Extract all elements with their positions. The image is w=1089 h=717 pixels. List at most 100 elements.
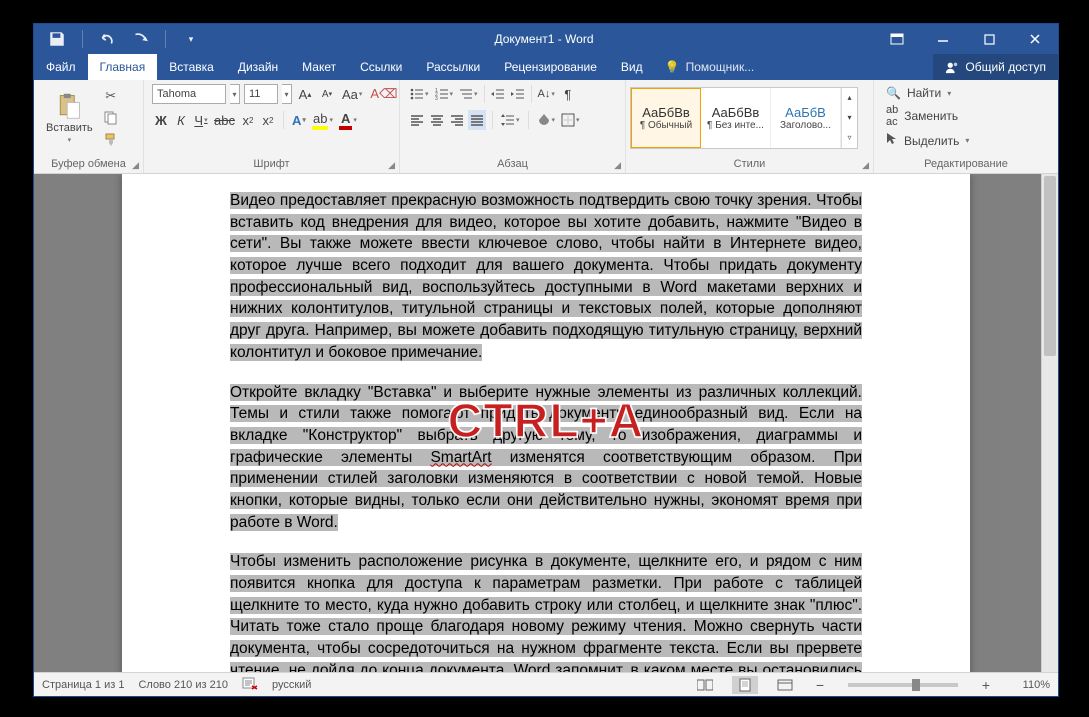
close-icon[interactable] bbox=[1012, 24, 1058, 54]
vertical-scrollbar[interactable] bbox=[1041, 174, 1058, 672]
document-area[interactable]: Видео предоставляет прекрасную возможнос… bbox=[34, 174, 1058, 672]
style-heading1[interactable]: АаБбВ Заголово... bbox=[771, 88, 841, 148]
change-case-icon[interactable]: Aa bbox=[340, 84, 364, 104]
styles-scroll-down-icon[interactable]: ▾ bbox=[841, 108, 857, 128]
zoom-level[interactable]: 110% bbox=[1008, 679, 1050, 691]
scrollbar-thumb[interactable] bbox=[1044, 176, 1056, 356]
clipboard-launcher-icon[interactable]: ◢ bbox=[132, 160, 139, 171]
paragraph-launcher-icon[interactable]: ◢ bbox=[614, 160, 621, 171]
underline-button[interactable]: Ч bbox=[192, 110, 210, 130]
font-launcher-icon[interactable]: ◢ bbox=[388, 160, 395, 171]
numbering-icon[interactable]: 123 bbox=[433, 84, 456, 104]
select-label: Выделить bbox=[904, 134, 959, 148]
strike-button[interactable]: abc bbox=[212, 110, 237, 130]
cut-icon[interactable]: ✂ bbox=[103, 88, 119, 104]
selected-text: Откройте вкладку "Вставка" и выберите ну… bbox=[230, 384, 862, 531]
tab-layout[interactable]: Макет bbox=[290, 54, 348, 80]
word-window: ▾ Документ1 - Word Файл Главная Вставка … bbox=[34, 24, 1058, 696]
web-layout-icon[interactable] bbox=[772, 676, 798, 694]
style-no-spacing[interactable]: АаБбВв ¶ Без инте... bbox=[701, 88, 771, 148]
line-spacing-icon[interactable] bbox=[499, 110, 522, 130]
language-indicator[interactable]: русский bbox=[272, 679, 311, 691]
word-count[interactable]: Слово 210 из 210 bbox=[138, 679, 228, 691]
tab-insert[interactable]: Вставка bbox=[157, 54, 226, 80]
replace-label: Заменить bbox=[904, 109, 958, 123]
minimize-icon[interactable] bbox=[920, 24, 966, 54]
justify-icon[interactable] bbox=[468, 110, 486, 130]
align-left-icon[interactable] bbox=[408, 110, 426, 130]
paragraph[interactable]: Чтобы изменить расположение рисунка в до… bbox=[230, 551, 862, 672]
paste-label: Вставить bbox=[46, 122, 93, 134]
select-button[interactable]: Выделить ▾ bbox=[886, 132, 969, 149]
share-button[interactable]: Общий доступ bbox=[933, 54, 1058, 80]
font-name-dropdown-icon[interactable]: ▾ bbox=[230, 84, 240, 104]
increase-indent-icon[interactable] bbox=[509, 84, 527, 104]
superscript-icon[interactable]: x2 bbox=[259, 110, 277, 130]
paragraph[interactable]: Видео предоставляет прекрасную возможнос… bbox=[230, 190, 862, 364]
tell-me-search[interactable]: 💡 Помощник... bbox=[665, 54, 755, 80]
page-indicator[interactable]: Страница 1 из 1 bbox=[42, 679, 124, 691]
shrink-font-icon[interactable]: A▾ bbox=[318, 84, 336, 104]
search-icon: 🔍 bbox=[886, 86, 901, 100]
paragraph-group-label: Абзац bbox=[497, 158, 528, 170]
paragraph[interactable]: Откройте вкладку "Вставка" и выберите ну… bbox=[230, 382, 862, 534]
cursor-icon bbox=[886, 132, 898, 149]
tab-references[interactable]: Ссылки bbox=[348, 54, 414, 80]
zoom-slider-thumb[interactable] bbox=[912, 679, 920, 691]
grow-font-icon[interactable]: A▴ bbox=[296, 84, 314, 104]
selected-text: Чтобы изменить расположение рисунка в до… bbox=[230, 553, 862, 672]
clear-format-icon[interactable]: A⌫ bbox=[368, 84, 399, 104]
zoom-slider[interactable] bbox=[848, 683, 958, 687]
replace-button[interactable]: abac Заменить bbox=[886, 104, 969, 128]
copy-icon[interactable] bbox=[103, 110, 119, 126]
tab-file[interactable]: Файл bbox=[34, 54, 88, 80]
tab-home[interactable]: Главная bbox=[88, 54, 158, 80]
font-size-combo[interactable]: 11 bbox=[244, 84, 278, 104]
zoom-out-button[interactable]: − bbox=[812, 677, 828, 693]
redo-icon[interactable] bbox=[131, 30, 149, 48]
text-effects-icon[interactable]: A bbox=[290, 110, 308, 130]
highlight-icon[interactable]: ab bbox=[310, 110, 335, 130]
borders-icon[interactable] bbox=[559, 110, 582, 130]
tab-design[interactable]: Дизайн bbox=[226, 54, 290, 80]
italic-button[interactable]: К bbox=[172, 110, 190, 130]
zoom-in-button[interactable]: + bbox=[978, 677, 994, 693]
qat-customize-icon[interactable]: ▾ bbox=[182, 30, 200, 48]
decrease-indent-icon[interactable] bbox=[489, 84, 507, 104]
find-button[interactable]: 🔍 Найти ▾ bbox=[886, 86, 969, 100]
tab-mailings[interactable]: Рассылки bbox=[414, 54, 492, 80]
format-painter-icon[interactable] bbox=[103, 132, 119, 148]
spellcheck-status-icon[interactable] bbox=[242, 676, 258, 693]
multilevel-list-icon[interactable] bbox=[457, 84, 480, 104]
sort-icon[interactable]: A↓ bbox=[536, 84, 557, 104]
title-bar: ▾ Документ1 - Word bbox=[34, 24, 1058, 54]
bold-button[interactable]: Ж bbox=[152, 110, 170, 130]
show-marks-icon[interactable]: ¶ bbox=[559, 84, 577, 104]
subscript-icon[interactable]: x2 bbox=[239, 110, 257, 130]
align-right-icon[interactable] bbox=[448, 110, 466, 130]
undo-icon[interactable] bbox=[99, 30, 117, 48]
ribbon-options-icon[interactable] bbox=[874, 24, 920, 54]
print-layout-icon[interactable] bbox=[732, 676, 758, 694]
font-name-combo[interactable]: Tahoma bbox=[152, 84, 226, 104]
tab-view[interactable]: Вид bbox=[609, 54, 655, 80]
style-normal[interactable]: АаБбВв ¶ Обычный bbox=[631, 88, 701, 148]
styles-scroll-up-icon[interactable]: ▴ bbox=[841, 88, 857, 108]
align-center-icon[interactable] bbox=[428, 110, 446, 130]
style-preview: АаБбВ bbox=[785, 105, 826, 120]
styles-expand-icon[interactable]: ▿ bbox=[841, 128, 857, 148]
style-name: ¶ Обычный bbox=[640, 120, 692, 131]
maximize-icon[interactable] bbox=[966, 24, 1012, 54]
bullets-icon[interactable] bbox=[408, 84, 431, 104]
font-color-icon[interactable]: A bbox=[337, 110, 359, 130]
status-bar: Страница 1 из 1 Слово 210 из 210 русский… bbox=[34, 672, 1058, 696]
paste-button[interactable]: Вставить ▾ bbox=[42, 90, 97, 146]
styles-launcher-icon[interactable]: ◢ bbox=[862, 160, 869, 171]
tab-review[interactable]: Рецензирование bbox=[492, 54, 609, 80]
read-mode-icon[interactable] bbox=[692, 676, 718, 694]
quick-access-toolbar: ▾ bbox=[34, 24, 214, 54]
font-size-dropdown-icon[interactable]: ▾ bbox=[282, 84, 292, 104]
editing-group-label: Редактирование bbox=[924, 158, 1008, 170]
save-icon[interactable] bbox=[48, 30, 66, 48]
shading-icon[interactable] bbox=[535, 110, 558, 130]
